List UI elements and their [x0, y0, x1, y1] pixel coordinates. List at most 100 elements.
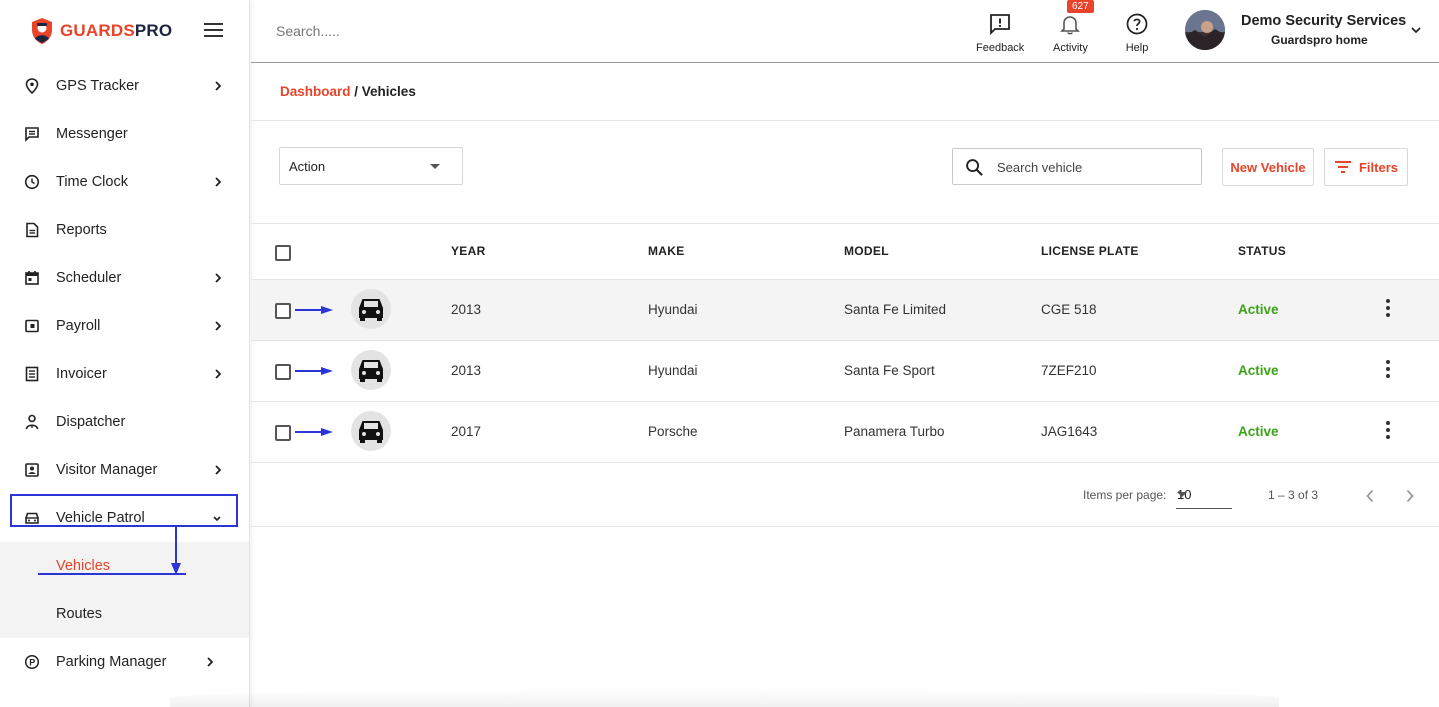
dropdown-caret-icon: [1177, 492, 1187, 497]
row-menu-icon[interactable]: [1381, 359, 1395, 379]
column-header-model[interactable]: MODEL: [844, 244, 889, 258]
vehicle-avatar: [351, 411, 391, 451]
annotation-right-arrow: [295, 306, 333, 314]
dispatcher-icon: [24, 414, 40, 430]
avatar-photo: [1185, 10, 1225, 50]
message-icon: [24, 126, 40, 142]
sidebar-item-dispatcher[interactable]: Dispatcher: [0, 398, 249, 446]
bell-icon: [1060, 16, 1081, 35]
sidebar-item-label: GPS Tracker: [56, 78, 139, 94]
row-checkbox[interactable]: [275, 303, 291, 319]
cell-year: 2017: [451, 424, 482, 439]
sidebar-item-label: Visitor Manager: [56, 462, 158, 478]
sidebar-item-invoicer[interactable]: Invoicer: [0, 350, 249, 398]
chevron-right-icon: [215, 81, 222, 91]
chevron-right-icon: [215, 465, 222, 475]
chevron-right-icon: [1406, 489, 1414, 503]
user-name: Demo Security Services: [1241, 13, 1407, 29]
sidebar-item-label: Time Clock: [56, 174, 128, 190]
column-header-license-plate[interactable]: LICENSE PLATE: [1041, 244, 1139, 258]
annotation-underline: [38, 573, 186, 575]
car-icon: [359, 299, 383, 321]
sidebar-nav: GPS Tracker Messenger Time Clock Reports…: [0, 62, 249, 542]
page-range-label: 1 – 3 of 3: [1268, 488, 1319, 502]
car-icon: [359, 421, 383, 443]
next-page-button[interactable]: [1400, 485, 1420, 507]
column-header-status[interactable]: STATUS: [1238, 244, 1286, 258]
activity-button[interactable]: Activity: [1053, 12, 1088, 54]
sidebar-subitem-vehicles[interactable]: Vehicles: [0, 542, 249, 590]
chevron-down-icon[interactable]: [1410, 24, 1422, 36]
status-badge: Active: [1238, 363, 1279, 378]
sidebar-item-vehicle-patrol[interactable]: Vehicle Patrol: [0, 494, 249, 542]
chevron-right-icon: [215, 273, 222, 283]
sidebar-item-messenger[interactable]: Messenger: [0, 110, 249, 158]
row-checkbox[interactable]: [275, 364, 291, 380]
avatar[interactable]: [1185, 10, 1225, 50]
chevron-right-icon: [207, 657, 214, 667]
help-label: Help: [1125, 42, 1149, 54]
cell-make: Porsche: [648, 424, 698, 439]
table-row[interactable]: 2013 Hyundai Santa Fe Sport 7ZEF210 Acti…: [251, 341, 1439, 402]
activity-count-badge: 627: [1067, 0, 1094, 13]
annotation-right-arrow: [295, 367, 333, 375]
row-checkbox[interactable]: [275, 425, 291, 441]
status-badge: Active: [1238, 302, 1279, 317]
annotation-right-arrow: [295, 428, 333, 436]
cell-year: 2013: [451, 302, 482, 317]
document-icon: [24, 222, 40, 238]
logo[interactable]: GUARDSPRO: [0, 0, 249, 62]
cell-make: Hyundai: [648, 363, 698, 378]
sidebar-item-time-clock[interactable]: Time Clock: [0, 158, 249, 206]
breadcrumb-dashboard-link[interactable]: Dashboard: [280, 84, 351, 99]
filters-label: Filters: [1358, 159, 1398, 175]
sidebar: GUARDSPRO GPS Tracker Messenger Time Clo…: [0, 0, 250, 707]
sidebar-item-gps-tracker[interactable]: GPS Tracker: [0, 62, 249, 110]
sidebar-item-parking-manager[interactable]: P Parking Manager: [0, 638, 249, 686]
table-row[interactable]: 2017 Porsche Panamera Turbo JAG1643 Acti…: [251, 402, 1439, 463]
global-search-input[interactable]: [276, 20, 576, 42]
items-per-page-label: Items per page:: [1083, 488, 1167, 502]
menu-toggle-icon[interactable]: [204, 23, 223, 38]
previous-page-button[interactable]: [1360, 485, 1380, 507]
sidebar-nav-bottom: P Parking Manager: [0, 638, 249, 686]
chevron-right-icon: [215, 321, 222, 331]
chevron-left-icon: [1366, 489, 1374, 503]
sidebar-item-visitor-manager[interactable]: Visitor Manager: [0, 446, 249, 494]
filters-button[interactable]: Filters: [1324, 148, 1408, 186]
vehicle-patrol-submenu: Vehicles Routes: [0, 542, 249, 638]
car-icon: [359, 360, 383, 382]
action-dropdown[interactable]: Action: [279, 147, 463, 185]
brand-name: GUARDSPRO: [60, 21, 173, 40]
top-header: Feedback Activity 627 Help Demo Security…: [251, 0, 1439, 63]
sidebar-item-label: Invoicer: [56, 366, 107, 382]
help-icon: [1126, 13, 1148, 35]
sidebar-item-label: Messenger: [56, 126, 128, 142]
items-per-page-select[interactable]: 10: [1176, 485, 1232, 509]
annotation-down-arrow: [171, 527, 181, 575]
new-vehicle-button[interactable]: New Vehicle: [1222, 148, 1314, 186]
sidebar-item-reports[interactable]: Reports: [0, 206, 249, 254]
sidebar-item-payroll[interactable]: Payroll: [0, 302, 249, 350]
feedback-button[interactable]: Feedback: [976, 12, 1024, 54]
breadcrumb: Dashboard / Vehicles: [280, 84, 416, 99]
sidebar-item-scheduler[interactable]: Scheduler: [0, 254, 249, 302]
car-icon: [24, 510, 40, 526]
column-header-make[interactable]: MAKE: [648, 244, 685, 258]
row-menu-icon[interactable]: [1381, 298, 1395, 318]
row-menu-icon[interactable]: [1381, 420, 1395, 440]
list-icon: [24, 366, 40, 382]
sidebar-item-label: Dispatcher: [56, 414, 126, 430]
select-all-checkbox[interactable]: [275, 245, 291, 261]
help-button[interactable]: Help: [1125, 12, 1149, 54]
sidebar-subitem-routes[interactable]: Routes: [0, 590, 249, 638]
dropdown-caret-icon: [430, 164, 440, 169]
table-row[interactable]: 2013 Hyundai Santa Fe Limited CGE 518 Ac…: [251, 280, 1439, 341]
breadcrumb-current: Vehicles: [361, 84, 416, 99]
cell-license-plate: CGE 518: [1041, 302, 1097, 317]
chevron-right-icon: [215, 369, 222, 379]
cell-make: Hyundai: [648, 302, 698, 317]
column-header-year[interactable]: YEAR: [451, 244, 486, 258]
cell-model: Panamera Turbo: [844, 424, 945, 439]
vehicle-search-input[interactable]: [997, 158, 1193, 176]
